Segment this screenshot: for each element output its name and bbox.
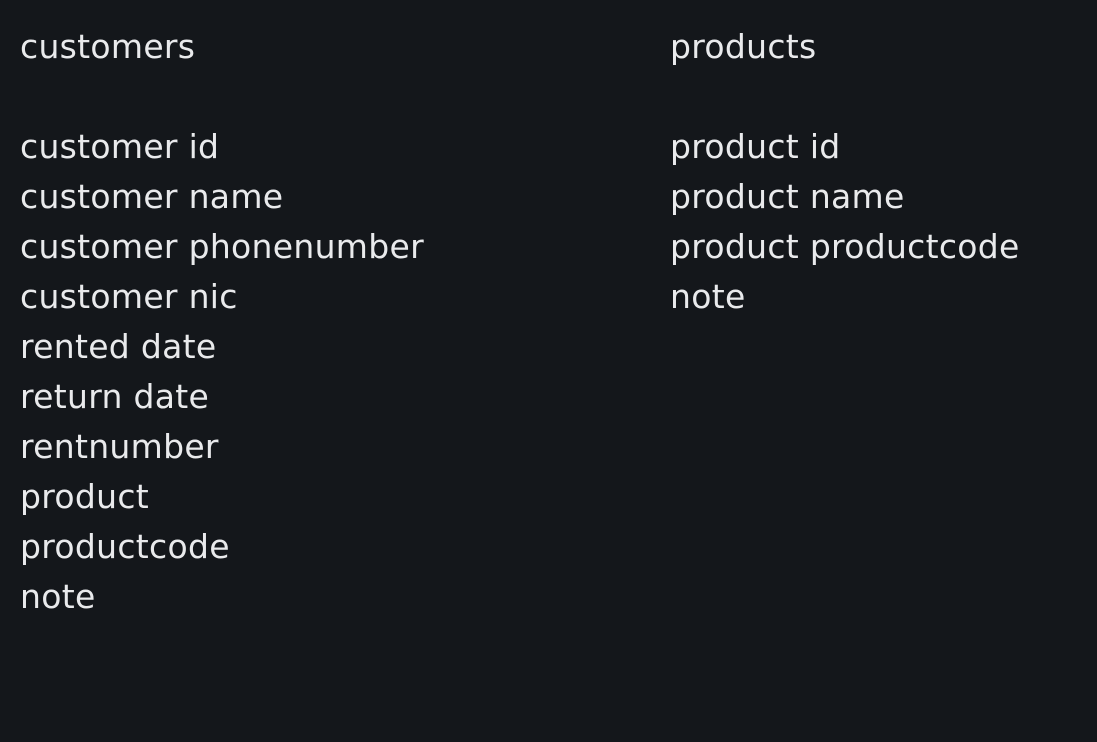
products-field-product-id: product id [670, 127, 841, 166]
customers-field-note: note [20, 577, 96, 616]
canvas: customers customer id customer name cust… [0, 0, 1097, 742]
customers-table-title: customers [20, 27, 196, 66]
customers-field-product: product [20, 477, 150, 516]
products-table-title: products [670, 27, 817, 66]
customers-field-customer-name: customer name [20, 177, 284, 216]
customers-field-customer-phonenumber: customer phonenumber [20, 227, 424, 266]
products-field-note: note [670, 277, 746, 316]
customers-field-return-date: return date [20, 377, 210, 416]
products-field-list: product id product name product productc… [670, 122, 1090, 322]
customers-field-productcode: productcode [20, 527, 230, 566]
products-field-product-name: product name [670, 177, 905, 216]
products-table: products product id product name product… [670, 22, 1090, 322]
products-field-product-productcode: product productcode [670, 227, 1020, 266]
customers-field-rentnumber: rentnumber [20, 427, 219, 466]
customers-field-customer-nic: customer nic [20, 277, 238, 316]
customers-field-customer-id: customer id [20, 127, 220, 166]
customers-field-list: customer id customer name customer phone… [20, 122, 640, 622]
customers-field-rented-date: rented date [20, 327, 217, 366]
customers-table: customers customer id customer name cust… [20, 22, 640, 622]
